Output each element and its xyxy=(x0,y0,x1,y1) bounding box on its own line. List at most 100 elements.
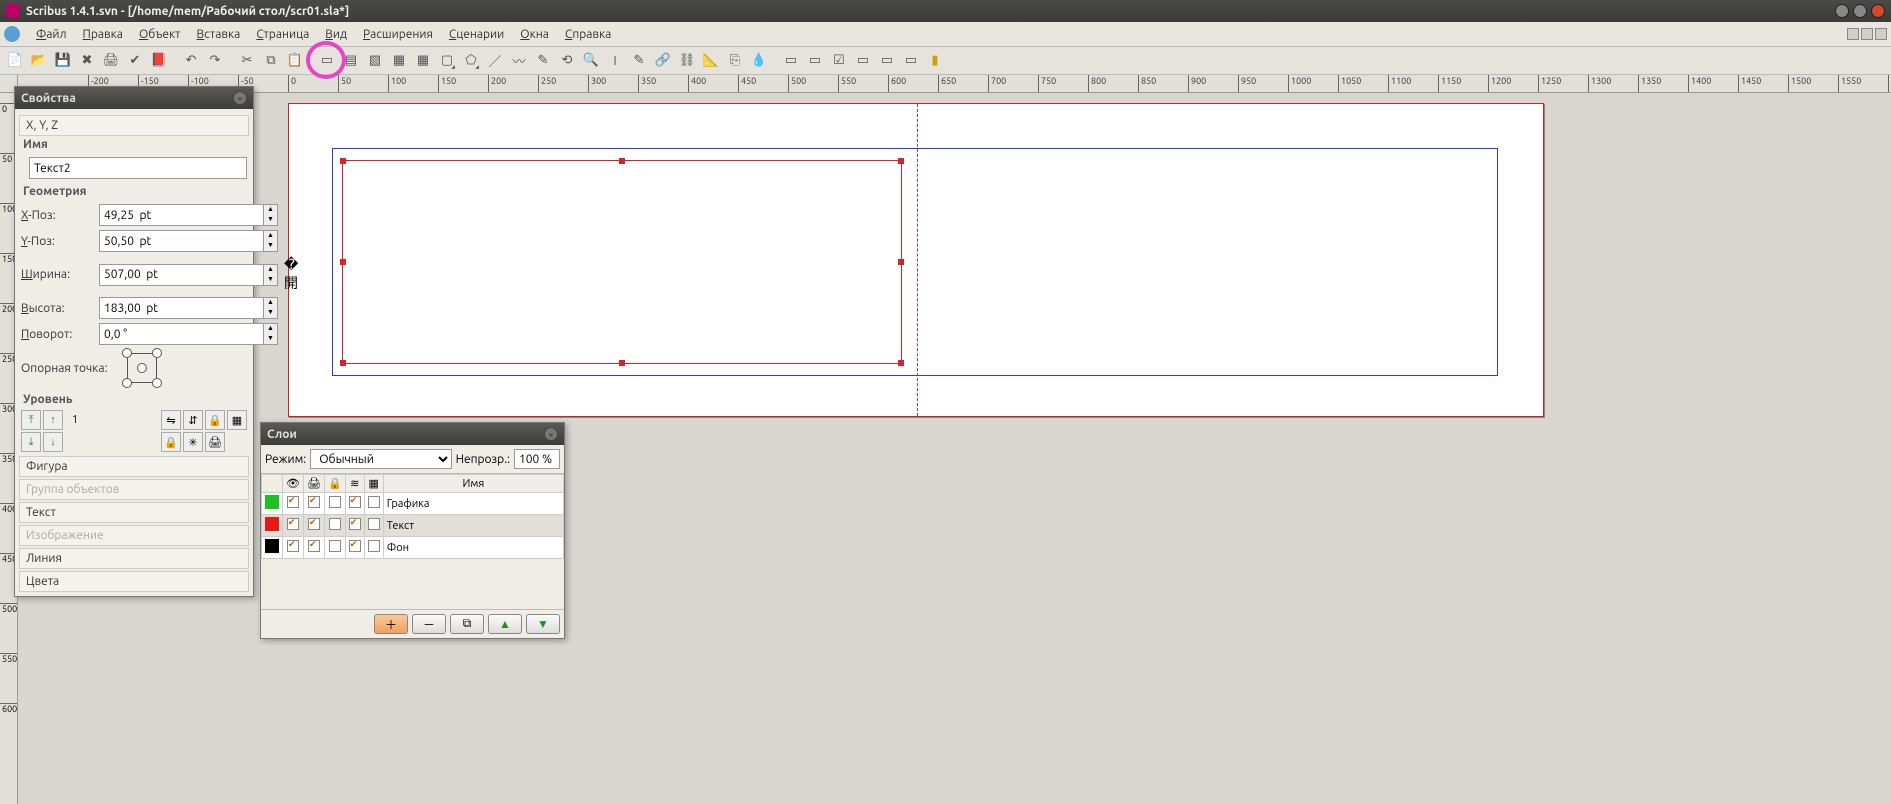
image-frame-tool[interactable]: ▧ xyxy=(364,50,386,72)
pdf-checkbox-tool[interactable]: ☑ xyxy=(828,50,850,72)
ypos-input[interactable] xyxy=(100,231,263,251)
mdi-window-buttons[interactable] xyxy=(1847,28,1887,40)
shape-tool[interactable]: ▢ xyxy=(436,50,458,72)
export-pdf-button[interactable]: 📕 xyxy=(148,50,170,72)
pdf-text-field-tool[interactable]: ▭ xyxy=(804,50,826,72)
level-top-button[interactable]: ⤒ xyxy=(21,410,41,430)
menu-Расширения[interactable]: Расширения xyxy=(355,25,441,44)
noexport-button[interactable]: 🖨 xyxy=(205,432,225,452)
flip-h-button[interactable]: ⇋ xyxy=(161,410,181,430)
layer-up-button[interactable]: ▲ xyxy=(488,614,522,634)
level-down-button[interactable]: ↓ xyxy=(43,432,63,452)
edit-text-tool[interactable]: I xyxy=(604,50,626,72)
link-wh-icon[interactable]: �開 xyxy=(284,256,294,293)
minimize-button[interactable] xyxy=(1835,4,1849,18)
properties-panel[interactable]: Свойства × X, Y, Z Имя Геометрия X-Поз:▲… xyxy=(14,86,254,597)
menu-Файл[interactable]: Файл xyxy=(28,25,75,44)
layers-panel[interactable]: Слои × Режим: Обычный Непрозр.: 👁 🖨 🔒 ≋ … xyxy=(260,422,565,639)
paste-button[interactable]: 📋 xyxy=(284,50,306,72)
layers-titlebar[interactable]: Слои × xyxy=(261,423,564,445)
pdf-button-tool[interactable]: ▭ xyxy=(780,50,802,72)
pdf-annot-tool[interactable]: ▭ xyxy=(900,50,922,72)
prop-tab-4[interactable]: Линия xyxy=(19,548,249,569)
new-doc-button[interactable]: 📄 xyxy=(4,50,26,72)
pdf-combo-tool[interactable]: ▭ xyxy=(852,50,874,72)
menu-Вид[interactable]: Вид xyxy=(317,25,355,44)
basepoint-widget[interactable] xyxy=(123,349,161,387)
undo-button[interactable]: ↶ xyxy=(180,50,202,72)
menu-Объект[interactable]: Объект xyxy=(131,25,189,44)
height-input[interactable] xyxy=(100,298,263,318)
cut-button[interactable]: ✂ xyxy=(236,50,258,72)
menu-Справка[interactable]: Справка xyxy=(557,25,619,44)
height-label: Высота: xyxy=(21,302,93,315)
preflight-button[interactable]: ✔ xyxy=(124,50,146,72)
rotate-tool[interactable]: ⟲ xyxy=(556,50,578,72)
maximize-button[interactable] xyxy=(1853,4,1867,18)
name-input[interactable] xyxy=(30,158,246,178)
close-button[interactable] xyxy=(1871,4,1885,18)
layer-down-button[interactable]: ▼ xyxy=(526,614,560,634)
freehand-tool[interactable]: ✎ xyxy=(532,50,554,72)
zoom-tool[interactable]: 🔍 xyxy=(580,50,602,72)
prop-tab-xyz[interactable]: X, Y, Z xyxy=(19,115,249,136)
menubar: ФайлПравкаОбъектВставкаСтраницаВидРасшир… xyxy=(0,22,1891,47)
menu-Страница[interactable]: Страница xyxy=(248,25,317,44)
eyedropper-tool[interactable]: 💧 xyxy=(748,50,770,72)
table-tool[interactable]: ▦ xyxy=(412,50,434,72)
menu-Вставка[interactable]: Вставка xyxy=(189,25,249,44)
unlink-frames-tool[interactable]: ⛓ xyxy=(676,50,698,72)
line-tool[interactable]: ／ xyxy=(484,50,506,72)
menu-Правка[interactable]: Правка xyxy=(75,25,131,44)
menu-Окна[interactable]: Окна xyxy=(512,25,557,44)
open-button[interactable]: 📂 xyxy=(28,50,50,72)
mode-select[interactable]: Обычный xyxy=(310,449,451,469)
lock-button[interactable]: 🔒 xyxy=(205,410,225,430)
layer-row[interactable]: Фон xyxy=(262,537,564,559)
rotation-input[interactable] xyxy=(100,324,263,344)
layers-close-button[interactable]: × xyxy=(544,427,558,441)
layer-remove-button[interactable]: － xyxy=(412,614,446,634)
level-bottom-button[interactable]: ⤓ xyxy=(21,432,41,452)
noprint-button[interactable]: ✳ xyxy=(183,432,203,452)
link-frames-tool[interactable]: 🔗 xyxy=(652,50,674,72)
layer-add-button[interactable]: ＋ xyxy=(374,614,408,634)
story-editor-button[interactable]: ✎ xyxy=(628,50,650,72)
copy-button[interactable]: ⧉ xyxy=(260,50,282,72)
redo-button[interactable]: ↷ xyxy=(204,50,226,72)
layer-row[interactable]: Текст xyxy=(262,515,564,537)
ruler-row: -200-150-100-500501001502002503003504004… xyxy=(0,75,1891,93)
geometry-label: Геометрия xyxy=(19,183,249,200)
level-up-button[interactable]: ↑ xyxy=(43,410,63,430)
measure-tool[interactable]: 📐 xyxy=(700,50,722,72)
select-tool[interactable]: ▭ xyxy=(316,50,338,72)
width-input[interactable] xyxy=(100,265,263,285)
level-label: Уровень xyxy=(19,391,249,408)
render-frame-tool[interactable]: ▦ xyxy=(388,50,410,72)
lock-size-button[interactable]: 🔒 xyxy=(161,432,181,452)
menu-Сценарии[interactable]: Сценарии xyxy=(441,25,512,44)
pdf-link-tool[interactable]: ▮ xyxy=(924,50,946,72)
properties-titlebar[interactable]: Свойства × xyxy=(15,87,253,109)
save-button[interactable]: 💾 xyxy=(52,50,74,72)
xpos-input[interactable] xyxy=(100,205,263,225)
vertical-guide[interactable] xyxy=(917,104,918,416)
print-button[interactable]: 🖨 xyxy=(100,50,122,72)
polygon-tool[interactable]: ⬠ xyxy=(460,50,482,72)
prop-tab-5[interactable]: Цвета xyxy=(19,571,249,592)
prop-tab-2[interactable]: Текст xyxy=(19,502,249,523)
text-frame-tool[interactable]: ▤ xyxy=(340,50,362,72)
close-doc-button[interactable]: ✖ xyxy=(76,50,98,72)
flip-v-button[interactable]: ⇵ xyxy=(183,410,203,430)
opacity-input[interactable] xyxy=(519,453,555,466)
group-button[interactable]: ▦ xyxy=(227,410,247,430)
properties-close-button[interactable]: × xyxy=(233,91,247,105)
pdf-list-tool[interactable]: ▭ xyxy=(876,50,898,72)
prop-tab-0[interactable]: Фигура xyxy=(19,456,249,477)
text-frame-selected[interactable] xyxy=(342,160,902,364)
bezier-tool[interactable]: 〰 xyxy=(508,50,530,72)
copy-props-tool[interactable]: ⎘ xyxy=(724,50,746,72)
ruler-horizontal[interactable]: -200-150-100-500501001502002503003504004… xyxy=(18,75,1891,92)
layer-row[interactable]: Графика xyxy=(262,493,564,515)
layer-dup-button[interactable]: ⧉ xyxy=(450,614,484,634)
